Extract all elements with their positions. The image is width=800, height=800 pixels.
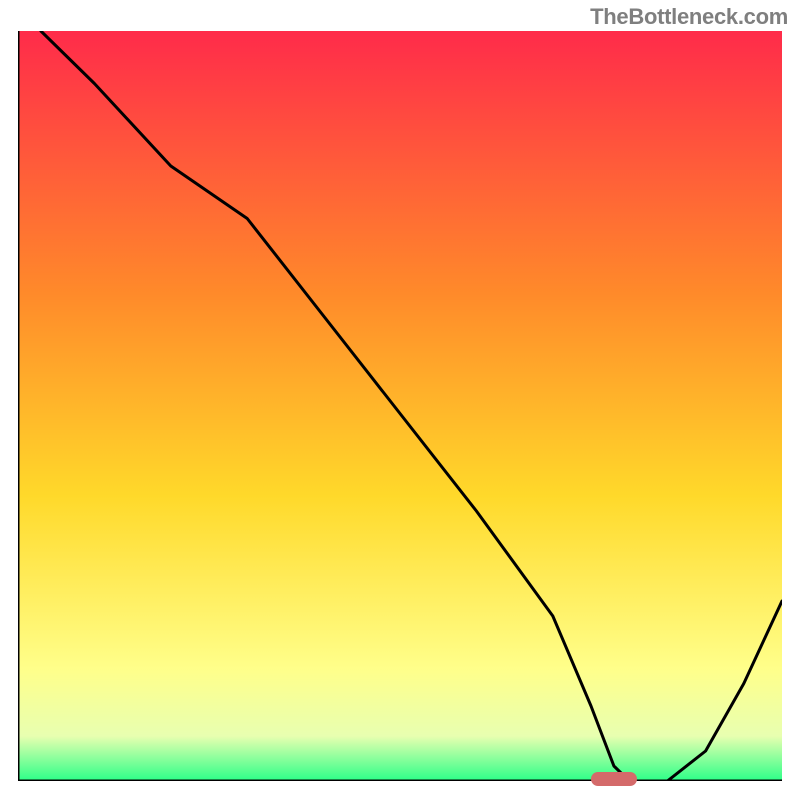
optimal-marker [591,772,637,786]
attribution-label: TheBottleneck.com [590,4,788,30]
gradient-background [18,31,782,781]
bottleneck-chart [18,31,782,781]
